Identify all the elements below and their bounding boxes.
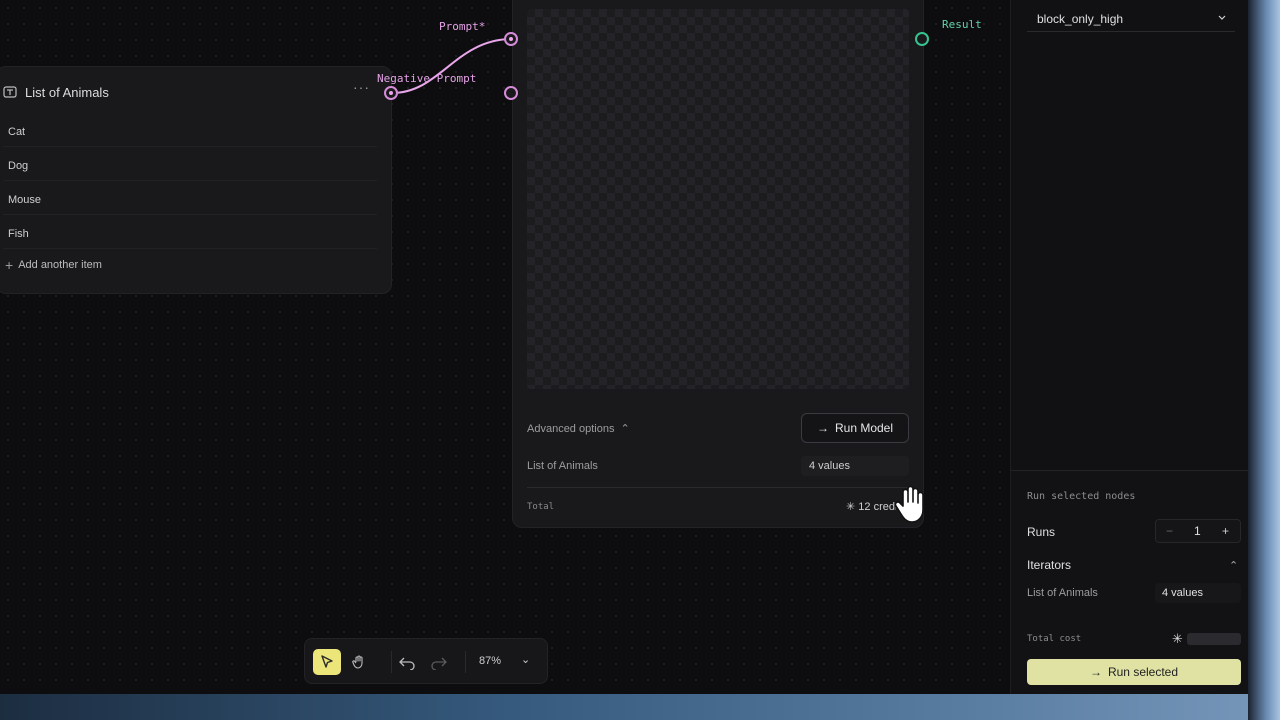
canvas-toolbar: 87% ⌄ bbox=[304, 638, 548, 684]
list-output-port[interactable] bbox=[384, 86, 398, 100]
more-options-icon[interactable]: ··· bbox=[353, 79, 370, 95]
run-model-button[interactable]: → Run Model bbox=[801, 413, 909, 443]
prompt-port-label: Prompt* bbox=[439, 20, 486, 33]
negative-prompt-input-port[interactable] bbox=[504, 86, 518, 100]
result-preview-area bbox=[527, 9, 909, 389]
list-item[interactable]: Fish bbox=[3, 219, 377, 249]
divider bbox=[527, 487, 909, 488]
plus-icon: + bbox=[5, 257, 14, 273]
list-node-header: List of Animals ··· bbox=[0, 79, 391, 105]
iterator-value: 4 values bbox=[801, 456, 909, 476]
list-node[interactable]: List of Animals ··· Cat Dog Mouse Fish +… bbox=[0, 66, 392, 294]
total-cost-loading bbox=[1187, 633, 1241, 645]
add-item-label: Add another item bbox=[18, 259, 102, 271]
run-selected-button[interactable]: → Run selected bbox=[1027, 659, 1241, 685]
negative-prompt-port-label: Negative Prompt bbox=[377, 72, 477, 85]
total-cost-label: Total cost bbox=[1027, 634, 1082, 644]
result-output-port[interactable] bbox=[915, 32, 929, 46]
run-selected-title: Run selected nodes bbox=[1027, 491, 1136, 502]
advanced-options-toggle[interactable]: Advanced options ⌃ bbox=[527, 422, 630, 435]
runs-value: 1 bbox=[1194, 524, 1201, 538]
undo-button[interactable] bbox=[393, 649, 421, 675]
chevron-up-icon[interactable]: ⌃ bbox=[1229, 559, 1238, 572]
redo-button[interactable] bbox=[425, 649, 453, 675]
zoom-chevron-down-icon[interactable]: ⌄ bbox=[521, 653, 530, 666]
credits-star-icon: ✳ bbox=[1172, 631, 1183, 646]
safety-filter-select[interactable]: block_only_high bbox=[1027, 6, 1235, 32]
model-node[interactable]: Advanced options ⌃ → Run Model List of A… bbox=[512, 0, 924, 528]
credits-star-icon: ✳ bbox=[846, 501, 856, 513]
arrow-right-icon: → bbox=[1089, 665, 1102, 679]
advanced-options-label: Advanced options bbox=[527, 423, 615, 435]
undo-icon bbox=[399, 657, 415, 670]
decrement-button[interactable]: − bbox=[1166, 524, 1173, 538]
iterator-count: 4 values bbox=[1155, 583, 1241, 603]
right-panel: block_only_high Run selected nodes Runs … bbox=[1010, 0, 1249, 694]
run-model-label: Run Model bbox=[834, 421, 894, 435]
prompt-input-port[interactable] bbox=[504, 32, 518, 46]
list-item[interactable]: Cat bbox=[3, 117, 377, 147]
list-node-title: List of Animals bbox=[25, 85, 109, 100]
hand-pointer-cursor-icon bbox=[894, 485, 924, 523]
toolbar-divider bbox=[391, 651, 392, 673]
list-item[interactable]: Mouse bbox=[3, 185, 377, 215]
runs-stepper[interactable]: − 1 + bbox=[1155, 519, 1241, 543]
runs-label: Runs bbox=[1027, 525, 1056, 539]
select-tool-button[interactable] bbox=[313, 649, 341, 675]
hand-icon bbox=[352, 655, 363, 669]
iterators-label: Iterators bbox=[1027, 558, 1072, 572]
zoom-level[interactable]: 87% bbox=[479, 655, 501, 667]
chevron-down-icon bbox=[1218, 15, 1226, 20]
add-item-button[interactable]: + Add another item bbox=[5, 257, 102, 273]
result-port-label: Result bbox=[942, 18, 982, 31]
safety-filter-value: block_only_high bbox=[1037, 12, 1124, 26]
arrow-right-icon: → bbox=[816, 421, 829, 435]
run-selected-label: Run selected bbox=[1107, 665, 1179, 679]
total-label: Total bbox=[527, 502, 555, 512]
iterator-name: List of Animals bbox=[1027, 587, 1098, 599]
increment-button[interactable]: + bbox=[1222, 524, 1229, 538]
iterator-label: List of Animals bbox=[527, 460, 598, 472]
cursor-arrow-icon bbox=[321, 655, 333, 668]
text-list-icon bbox=[3, 86, 17, 98]
credits-text: 12 credits bbox=[858, 501, 896, 513]
desktop-background bbox=[0, 694, 1248, 720]
desktop-background bbox=[1248, 0, 1280, 720]
pan-tool-button[interactable] bbox=[345, 649, 373, 675]
credits-value: ✳ 12 credits bbox=[846, 500, 896, 513]
list-item[interactable]: Dog bbox=[3, 151, 377, 181]
toolbar-divider bbox=[465, 651, 466, 673]
run-selected-section: Run selected nodes Runs − 1 + Iterators … bbox=[1011, 470, 1249, 694]
chevron-up-icon: ⌃ bbox=[620, 423, 630, 435]
redo-icon bbox=[431, 657, 447, 670]
